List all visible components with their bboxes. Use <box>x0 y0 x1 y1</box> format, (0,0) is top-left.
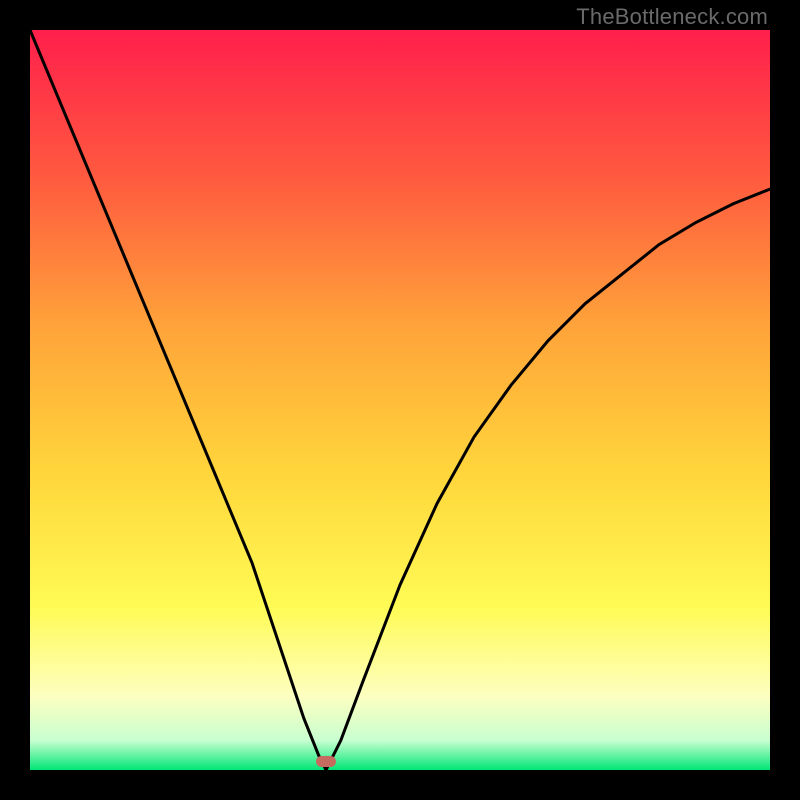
curve-right-branch <box>326 189 770 770</box>
chart-frame <box>30 30 770 770</box>
curve-left-branch <box>30 30 326 770</box>
watermark-text: TheBottleneck.com <box>576 4 768 30</box>
bottleneck-curve <box>30 30 770 770</box>
minimum-marker <box>316 756 336 767</box>
